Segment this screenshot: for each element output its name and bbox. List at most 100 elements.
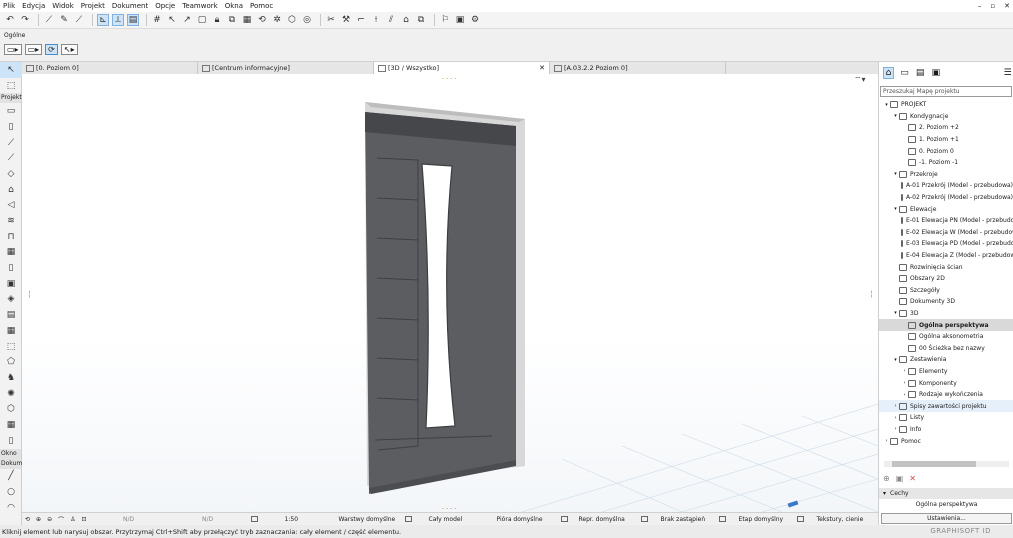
library-icon[interactable]: ⚙: [469, 14, 481, 26]
navigator-menu-icon[interactable]: ☰: [1002, 67, 1013, 79]
tab-info-center[interactable]: [Centrum informacyjne]: [198, 62, 374, 74]
tree-toggle-icon[interactable]: ›: [892, 415, 899, 421]
orbit-icon[interactable]: ⌒: [55, 515, 67, 524]
tree-toggle-icon[interactable]: ▾: [883, 102, 890, 108]
wall-tool-icon[interactable]: ▭: [0, 103, 22, 119]
grid-tool-icon[interactable]: ▦: [0, 417, 22, 433]
column-tool-icon[interactable]: ▯: [0, 119, 22, 135]
undo-icon[interactable]: ↶: [4, 14, 16, 26]
clone-view-icon[interactable]: ▣: [896, 474, 904, 483]
tree-toggle-icon[interactable]: ›: [892, 403, 899, 409]
menu-dokument[interactable]: Dokument: [112, 2, 148, 10]
guide-lines-icon[interactable]: ⊾: [97, 14, 109, 26]
layers-field[interactable]: Warstwy domyślne: [326, 516, 402, 523]
tab-plan-level-0[interactable]: [0. Poziom 0]: [22, 62, 198, 74]
morph-tool-icon[interactable]: ◁: [0, 198, 22, 214]
refresh-selection-icon[interactable]: ⟳: [45, 44, 58, 55]
layout-book-icon[interactable]: ▤: [915, 67, 926, 79]
nd-field-1[interactable]: N/D: [90, 516, 168, 523]
circle-tool-icon[interactable]: ○: [0, 484, 22, 500]
figure-icon[interactable]: ♙: [67, 516, 78, 523]
minimize-icon[interactable]: –: [978, 2, 982, 10]
align-icon[interactable]: ▦: [241, 14, 253, 26]
snap-icon[interactable]: ⟂: [112, 14, 124, 26]
tree-item[interactable]: › Pomoc: [879, 435, 1013, 447]
pens-field[interactable]: Pióra domyślne: [482, 516, 558, 523]
tree-item[interactable]: › Spisy zawartości projektu: [879, 400, 1013, 413]
inject-icon[interactable]: ⟋: [73, 14, 85, 26]
tab-3d-all[interactable]: [3D / Wszystko] ✕: [374, 62, 550, 74]
tree-item[interactable]: Szczegóły: [879, 285, 1013, 297]
tree-item[interactable]: E-04 Elewacja Z (Model - przebudowa): [879, 250, 1013, 262]
menu-plik[interactable]: Plik: [3, 2, 15, 10]
tree-item[interactable]: ▾ Kondygnacje: [879, 111, 1013, 123]
tree-toggle-icon[interactable]: ›: [901, 368, 908, 374]
magic-wand-icon[interactable]: ⚒: [340, 14, 352, 26]
tree-item[interactable]: A-02 Przekrój (Model - przebudowa): [879, 192, 1013, 204]
book-tool-icon[interactable]: ▯: [0, 433, 22, 449]
settings-button[interactable]: Ustawienia...: [881, 513, 1012, 524]
menu-projekt[interactable]: Projekt: [81, 2, 105, 10]
tree-item[interactable]: 00 Ścieżka bez nazwy: [879, 342, 1013, 354]
arrow-tool-icon[interactable]: ↖: [0, 62, 22, 78]
group-icon[interactable]: ⧉: [226, 14, 238, 26]
redo-icon[interactable]: ↷: [19, 14, 31, 26]
project-map-search[interactable]: Przeszukaj Mapę projektu: [880, 86, 1012, 97]
arc-tool-icon[interactable]: ◠: [0, 500, 22, 516]
tree-item[interactable]: › Rodzaje wykończenia: [879, 389, 1013, 401]
tree-toggle-icon[interactable]: ›: [883, 438, 890, 444]
tree-toggle-icon[interactable]: ▾: [892, 206, 899, 212]
tree-item[interactable]: ▾ 3D: [879, 308, 1013, 320]
undo-zoom-icon[interactable]: ⟲: [22, 516, 33, 523]
tree-item[interactable]: › Komponenty: [879, 377, 1013, 389]
marquee-tool-icon[interactable]: ⬚: [0, 78, 22, 94]
pencil-icon[interactable]: ✎: [58, 14, 70, 26]
menu-opcje[interactable]: Opcje: [155, 2, 175, 10]
tree-item[interactable]: A-01 Przekrój (Model - przebudowa): [879, 180, 1013, 192]
figure-tool-icon[interactable]: ♞: [0, 370, 22, 386]
scissors-icon[interactable]: ✂: [325, 14, 337, 26]
model-field[interactable]: Cały model: [402, 516, 482, 523]
publisher-icon[interactable]: ▣: [931, 67, 942, 79]
menu-pomoc[interactable]: Pomoc: [250, 2, 273, 10]
roof-tool-icon[interactable]: ◇: [0, 166, 22, 182]
slab-tool-icon[interactable]: ⟋: [0, 150, 22, 166]
tree-item[interactable]: ▾ Przekroje: [879, 169, 1013, 181]
arrow-icon[interactable]: ↖: [166, 14, 178, 26]
textures-field[interactable]: Tekstury, cienie: [794, 516, 867, 523]
phase-field[interactable]: Etap domyślny: [716, 516, 794, 523]
restore-icon[interactable]: ▫: [990, 2, 995, 10]
tree-toggle-icon[interactable]: ▾: [892, 113, 899, 119]
arrow-tool-box[interactable]: ↖▸: [60, 44, 78, 55]
tree-item[interactable]: Ogólna aksonometria: [879, 331, 1013, 343]
palette-icon[interactable]: ▣: [454, 14, 466, 26]
nd-field-2[interactable]: N/D: [168, 516, 248, 523]
eyedropper-icon[interactable]: ⟋: [43, 14, 55, 26]
rectangle-icon[interactable]: ▢: [196, 14, 208, 26]
join-icon[interactable]: ⌂: [400, 14, 412, 26]
cube-tool-icon[interactable]: ⬡: [0, 401, 22, 417]
new-view-icon[interactable]: ⊕: [883, 474, 890, 483]
selection-method-box[interactable]: ▭▸: [4, 44, 22, 55]
zoom-in-icon[interactable]: ⊕: [33, 516, 44, 523]
scale-field[interactable]: 1:50: [248, 516, 326, 523]
railing-tool-icon[interactable]: ⊓: [0, 229, 22, 245]
grid-icon[interactable]: #: [151, 14, 163, 26]
menu-widok[interactable]: Widok: [52, 2, 74, 10]
skylight-tool-icon[interactable]: ◈: [0, 292, 22, 308]
tree-item[interactable]: ▾ Zestawienia: [879, 354, 1013, 366]
tree-toggle-icon[interactable]: ▾: [892, 310, 899, 316]
trim-icon[interactable]: ⌐: [355, 14, 367, 26]
tree-item[interactable]: 0. Poziom 0: [879, 145, 1013, 157]
tree-item[interactable]: › Listy: [879, 412, 1013, 424]
tree-item[interactable]: 1. Poziom +1: [879, 134, 1013, 146]
tree-item[interactable]: ▾ Elewacje: [879, 203, 1013, 215]
zoom-out-icon[interactable]: ⊖: [44, 516, 55, 523]
tree-item[interactable]: Rozwinięcia ścian: [879, 261, 1013, 273]
view-map-icon[interactable]: ▭: [899, 67, 910, 79]
close-icon[interactable]: ✕: [1004, 2, 1010, 10]
representation-field[interactable]: Repr. domyślna: [558, 516, 638, 523]
window-tool-icon[interactable]: ▣: [0, 276, 22, 292]
pointer-icon[interactable]: ↗: [181, 14, 193, 26]
explode-icon[interactable]: ✲: [271, 14, 283, 26]
